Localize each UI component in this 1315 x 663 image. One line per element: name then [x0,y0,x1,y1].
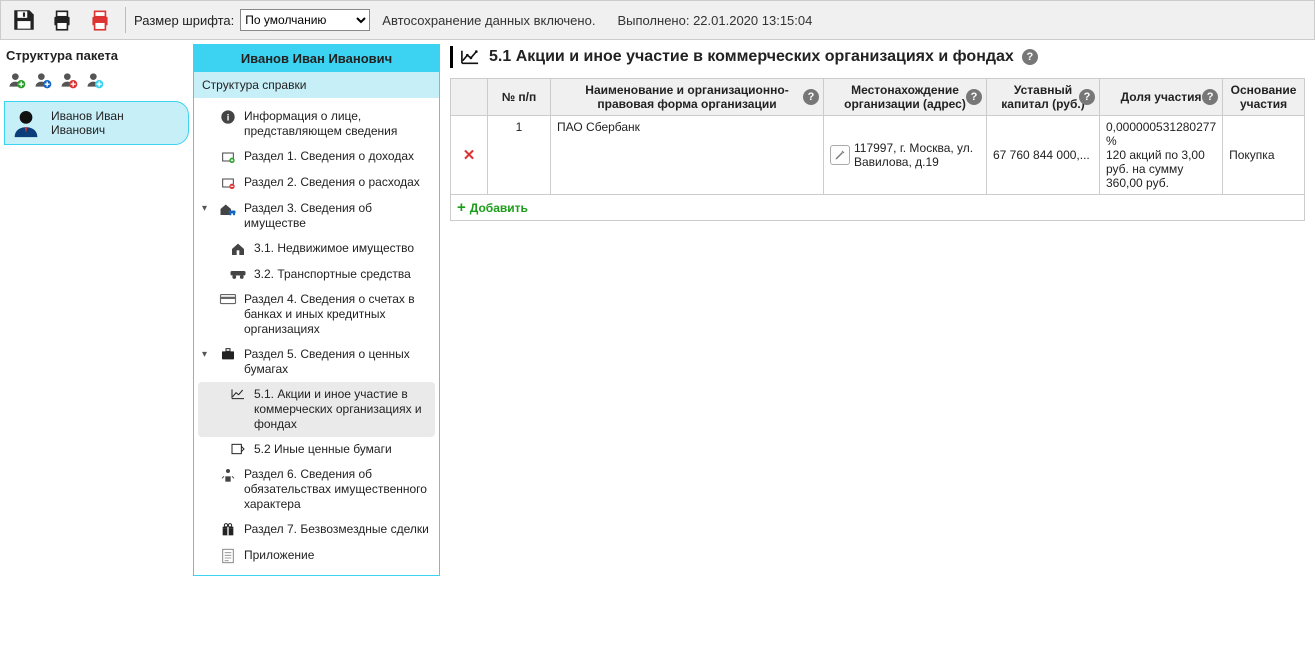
reference-subtitle: Структура справки [194,72,439,98]
house-icon [228,241,248,257]
col-share: Доля участия? [1100,79,1223,116]
help-icon[interactable]: ? [966,89,982,105]
section-title-bar: 5.1 Акции и иное участие в коммерческих … [450,46,1305,68]
cell-loc: 117997, г. Москва, ул. Вавилова, д.19 [824,116,987,195]
property-icon [218,201,238,217]
top-toolbar: Размер шрифта: По умолчанию Автосохранен… [0,0,1315,40]
obligations-icon [218,467,238,483]
avatar-icon [9,106,43,140]
help-icon[interactable]: ? [803,89,819,105]
autosave-status: Автосохранение данных включено. [382,13,595,28]
save-icon-button[interactable] [7,5,41,35]
income-icon [218,149,238,165]
col-loc: Местонахождение организации (адрес)? [824,79,987,116]
cell-cap: 67 760 844 000,... [987,116,1100,195]
section-title: 5.1 Акции и иное участие в коммерческих … [489,48,1014,66]
reference-person-name: Иванов Иван Иванович [194,45,439,72]
col-name: Наименование и организационно-правовая ф… [551,79,824,116]
help-icon[interactable]: ? [1079,89,1095,105]
cell-basis: Покупка [1223,116,1305,195]
col-basis: Основание участия [1223,79,1305,116]
col-num: № п/п [488,79,551,116]
add-row: + Добавить [451,195,1305,221]
plus-icon: + [457,199,466,216]
package-person-name: Иванов Иван Иванович [51,109,180,138]
tree-item-section6[interactable]: Раздел 6. Сведения об обязательствах иму… [198,462,435,517]
tree-item-info[interactable]: i Информация о лице, представляющем свед… [198,104,435,144]
add-person-cyan-icon[interactable] [84,69,106,91]
chart-line-icon [459,48,481,66]
reference-panel: Иванов Иван Иванович Структура справки i… [193,44,440,576]
tree-item-section2[interactable]: Раздел 2. Сведения о расходах [198,170,435,196]
shares-table: № п/п Наименование и организационно-прав… [450,78,1305,221]
delete-row-icon[interactable]: ✕ [463,147,476,164]
print-icon-button[interactable] [45,5,79,35]
done-status: Выполнено: 22.01.2020 13:15:04 [617,13,812,28]
tree-item-5-2[interactable]: 5.2 Иные ценные бумаги [198,437,435,462]
package-person-icons [4,67,189,93]
tree-item-section5[interactable]: ▾ Раздел 5. Сведения о ценных бумагах [198,342,435,382]
package-title: Структура пакета [4,44,189,67]
help-icon[interactable]: ? [1022,49,1038,65]
tree-item-section7[interactable]: Раздел 7. Безвозмездные сделки [198,517,435,543]
cell-name: ПАО Сбербанк [551,116,824,195]
content-panel: 5.1 Акции и иное участие в коммерческих … [444,44,1311,221]
tree-item-section4[interactable]: Раздел 4. Сведения о счетах в банках и и… [198,287,435,342]
car-icon [228,267,248,281]
securities-icon [228,442,248,456]
caret-down-icon: ▾ [202,201,212,216]
briefcase-icon [218,347,238,361]
edit-icon[interactable] [830,145,850,165]
cell-num: 1 [488,116,551,195]
package-panel: Структура пакета Иванов Иван Иванович [4,44,189,145]
add-person-green-icon[interactable] [6,69,28,91]
tree-item-section3[interactable]: ▾ Раздел 3. Сведения об имуществе [198,196,435,236]
chart-line-icon [228,387,248,401]
tree-item-5-1[interactable]: 5.1. Акции и иное участие в коммерческих… [198,382,435,437]
col-cap: Уставный капитал (руб.)? [987,79,1100,116]
info-icon: i [218,109,238,125]
help-icon[interactable]: ? [1202,89,1218,105]
reference-tree: i Информация о лице, представляющем свед… [194,98,439,575]
font-size-select[interactable]: По умолчанию [240,9,370,31]
col-delete [451,79,488,116]
tree-item-section1[interactable]: Раздел 1. Сведения о доходах [198,144,435,170]
document-icon [218,548,238,564]
gift-icon [218,522,238,538]
add-button[interactable]: + Добавить [457,199,1298,216]
table-row[interactable]: ✕ 1 ПАО Сбербанк 117997, г. Москва, ул. … [451,116,1305,195]
package-person-card[interactable]: Иванов Иван Иванович [4,101,189,145]
tree-item-3-1[interactable]: 3.1. Недвижимое имущество [198,236,435,262]
cell-share: 0,000000531280277 % 120 акций по 3,00 ру… [1100,116,1223,195]
svg-text:i: i [227,112,230,122]
font-size-label: Размер шрифта: [134,13,234,28]
tree-item-3-2[interactable]: 3.2. Транспортные средства [198,262,435,287]
print-red-icon-button[interactable] [83,5,117,35]
bank-card-icon [218,292,238,306]
add-person-red-icon[interactable] [58,69,80,91]
caret-down-icon: ▾ [202,347,212,362]
expense-icon [218,175,238,191]
add-person-blue-icon[interactable] [32,69,54,91]
tree-item-appendix[interactable]: Приложение [198,543,435,569]
